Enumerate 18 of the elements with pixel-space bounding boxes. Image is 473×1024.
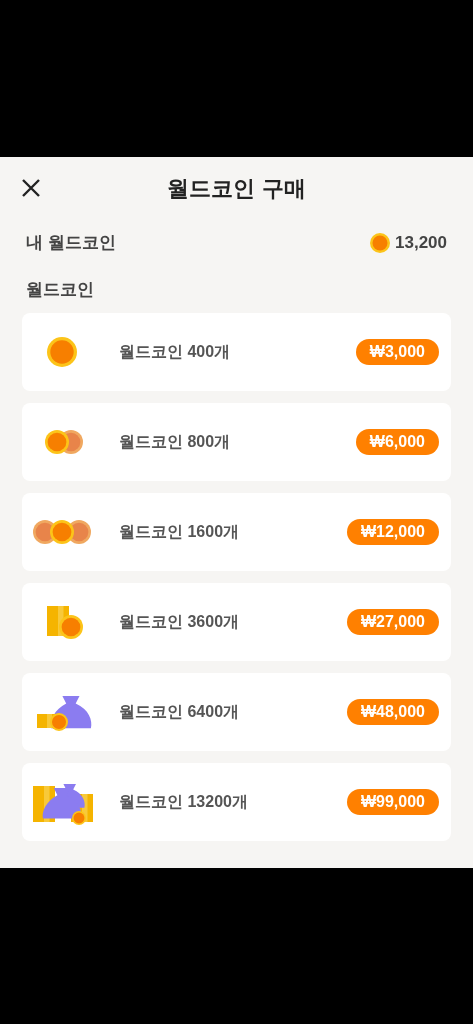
section-title: 월드코인 [25,279,95,301]
close-button[interactable] [22,179,40,197]
coin-icon [370,233,390,253]
package-name: 월드코인 6400개 [119,701,241,722]
package-card[interactable]: 월드코인 6400개 ₩48,000 [22,672,451,751]
package-name: 월드코인 1600개 [119,521,241,542]
package-name: 월드코인 13200개 [119,791,249,812]
package-name: 월드코인 3600개 [119,611,241,632]
package-name: 월드코인 800개 [119,431,232,452]
page-title: 월드코인 구매 [167,174,306,203]
package-card[interactable]: 월드코인 3600개 ₩27,000 [22,582,451,661]
package-card[interactable]: 월드코인 13200개 ₩99,000 [22,762,451,841]
package-name: 월드코인 400개 [119,341,232,362]
balance-label: 내 월드코인 [26,232,116,255]
package-card[interactable]: 월드코인 400개 ₩3,000 [22,312,451,391]
balance-amount: 13,200 [395,232,447,255]
package-card[interactable]: 월드코인 800개 ₩6,000 [22,402,451,481]
package-card[interactable]: 월드코인 1600개 ₩12,000 [22,492,451,571]
